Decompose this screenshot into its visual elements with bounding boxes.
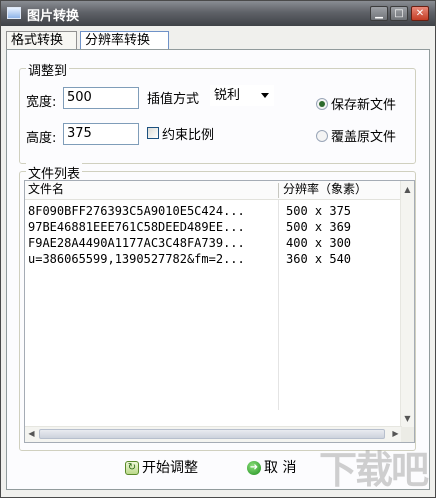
- tab-resolution-convert[interactable]: 分辨率转换: [80, 31, 169, 50]
- window-title: 图片转换: [27, 9, 80, 24]
- resolution-cell: 500 x 369: [286, 220, 352, 234]
- save-new-label[interactable]: 保存新文件: [331, 94, 396, 113]
- save-new-radio[interactable]: [316, 98, 328, 110]
- file-name-cell: 8F090BFF276393C5A9010E5C424...: [28, 204, 245, 218]
- resolution-cell: 360 x 540: [286, 252, 352, 266]
- green-arrow-icon: ➜: [247, 461, 261, 475]
- keep-ratio-checkbox[interactable]: [147, 127, 159, 139]
- cancel-button[interactable]: ➜ 取 消: [247, 457, 296, 479]
- keep-ratio-label[interactable]: 约束比例: [162, 124, 214, 143]
- scroll-down-icon[interactable]: ▼: [401, 412, 414, 425]
- minimize-button[interactable]: ▁: [370, 6, 388, 21]
- width-label: 宽度:: [26, 95, 57, 110]
- close-button[interactable]: ✕: [411, 6, 429, 21]
- scroll-up-icon[interactable]: ▲: [401, 183, 414, 196]
- horizontal-scroll-thumb[interactable]: [39, 429, 385, 439]
- column-header-filename[interactable]: 文件名: [28, 181, 64, 197]
- app-image-icon: [7, 7, 21, 19]
- interp-label: 插值方式: [147, 92, 200, 107]
- file-list-view[interactable]: 文件名 分辨率（象素） 8F090BFF276393C5A9010E5C424.…: [24, 180, 415, 443]
- adjust-group-title: 调整到: [26, 60, 70, 79]
- table-row[interactable]: 97BE46881EEE761C58DEED489EE... 500 x 369: [25, 219, 403, 235]
- title-bar[interactable]: 图片转换 ▁ □ ✕: [1, 1, 435, 26]
- adjust-group: 调整到 宽度: 500 插值方式 锐利 保存新文件 高度: 375 约束比例 覆…: [19, 60, 416, 164]
- table-row[interactable]: F9AE28A4490A1177AC3C48FA739... 400 x 300: [25, 235, 403, 251]
- overwrite-label[interactable]: 覆盖原文件: [331, 126, 396, 145]
- maximize-button[interactable]: □: [390, 6, 408, 21]
- vertical-scrollbar[interactable]: ▲ ▼: [400, 181, 414, 427]
- cancel-label: 取 消: [264, 460, 297, 476]
- resolution-cell: 500 x 375: [286, 204, 352, 218]
- refresh-doc-icon: ↻: [125, 461, 139, 475]
- file-name-cell: F9AE28A4490A1177AC3C48FA739...: [28, 236, 245, 250]
- file-list-header: 文件名 分辨率（象素）: [25, 181, 403, 200]
- chevron-down-icon: [261, 93, 269, 98]
- interp-select[interactable]: 锐利: [210, 85, 274, 106]
- height-input[interactable]: 375: [63, 123, 139, 145]
- height-label: 高度:: [26, 131, 57, 146]
- scroll-left-icon[interactable]: ◀: [25, 427, 38, 440]
- overwrite-radio[interactable]: [316, 130, 328, 142]
- file-name-cell: u=386065599,1390527782&fm=2...: [28, 252, 245, 266]
- start-adjust-button[interactable]: ↻ 开始调整: [125, 457, 198, 479]
- tab-panel: 调整到 宽度: 500 插值方式 锐利 保存新文件 高度: 375 约束比例 覆…: [6, 49, 430, 490]
- column-divider[interactable]: [278, 183, 279, 198]
- start-adjust-label: 开始调整: [142, 460, 198, 476]
- file-name-cell: 97BE46881EEE761C58DEED489EE...: [28, 220, 245, 234]
- width-input[interactable]: 500: [63, 87, 139, 109]
- tab-format-convert[interactable]: 格式转换: [6, 31, 77, 50]
- table-row[interactable]: u=386065599,1390527782&fm=2... 360 x 540: [25, 251, 403, 267]
- table-row[interactable]: 8F090BFF276393C5A9010E5C424... 500 x 375: [25, 203, 403, 219]
- interp-select-value: 锐利: [214, 88, 241, 103]
- resolution-cell: 400 x 300: [286, 236, 352, 250]
- column-header-resolution[interactable]: 分辨率（象素）: [283, 181, 367, 197]
- watermark-logo: 下载吧: [319, 448, 429, 492]
- app-window: 图片转换 ▁ □ ✕ 格式转换 分辨率转换 调整到 宽度: 500 插值方式 锐…: [0, 0, 436, 498]
